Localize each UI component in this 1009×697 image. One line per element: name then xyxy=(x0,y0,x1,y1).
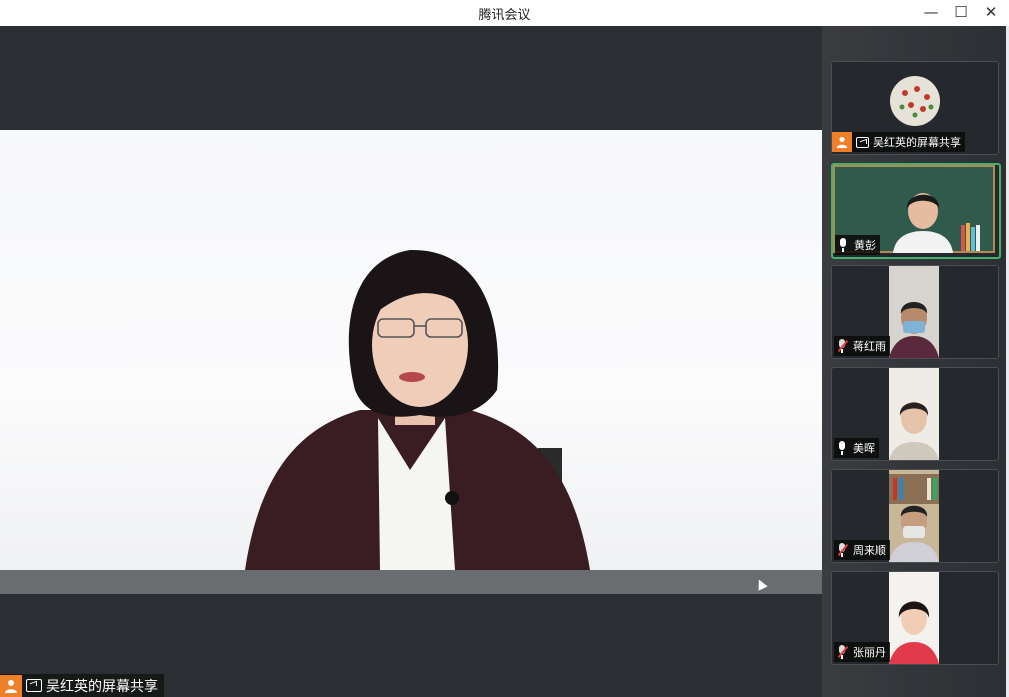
screen-share-text: 吴红英的屏幕共享 xyxy=(46,678,158,695)
title-bar: 腾讯会议 — ☐ ✕ xyxy=(0,0,1009,26)
window-title: 腾讯会议 xyxy=(478,8,531,23)
microphone-muted-icon[interactable] xyxy=(836,645,849,659)
participant-name-tag: 吴红英的屏幕共享 xyxy=(832,132,965,152)
participant-tile-active-speaker[interactable]: 黄彭 xyxy=(831,163,1001,259)
participant-name: 美晖 xyxy=(853,442,875,455)
participant-name-tag: 张丽丹 xyxy=(834,642,890,662)
participant-tile[interactable]: 美晖 xyxy=(831,367,999,461)
participant-name: 张丽丹 xyxy=(853,646,886,659)
participant-name: 周来顺 xyxy=(853,544,886,557)
participant-name-tag: 美晖 xyxy=(834,438,879,458)
participant-tile[interactable]: 周来顺 xyxy=(831,469,999,563)
microphone-icon[interactable] xyxy=(836,441,848,455)
microphone-muted-icon[interactable] xyxy=(836,339,849,353)
user-avatar-icon xyxy=(832,132,852,152)
participant-tile[interactable]: 蒋红雨 xyxy=(831,265,999,359)
participant-tile-screen-share[interactable]: 吴红英的屏幕共享 xyxy=(831,61,999,155)
participant-sidebar: 吴红英的屏幕共享 黄彭 蒋红雨 美晖 周来顺 张丽丹 xyxy=(822,26,1006,697)
participant-video xyxy=(889,572,939,664)
screen-share-label: 吴红英的屏幕共享 xyxy=(0,674,164,697)
participant-video xyxy=(889,470,939,562)
microphone-muted-icon[interactable] xyxy=(836,543,849,557)
shared-video xyxy=(0,130,822,570)
participant-name-tag: 周来顺 xyxy=(834,540,890,560)
participant-tile[interactable]: 张丽丹 xyxy=(831,571,999,665)
microphone-icon[interactable] xyxy=(837,238,849,252)
minimize-button[interactable]: — xyxy=(916,0,946,24)
screen-share-icon xyxy=(26,679,42,692)
participant-video xyxy=(889,368,939,460)
video-control-strip xyxy=(0,570,822,594)
participant-name: 蒋红雨 xyxy=(853,340,886,353)
user-avatar-icon xyxy=(0,674,22,697)
main-stage: 吴红英的屏幕共享 xyxy=(0,26,822,697)
screen-share-icon xyxy=(856,136,869,148)
participant-name: 黄彭 xyxy=(854,239,876,252)
close-button[interactable]: ✕ xyxy=(976,0,1006,24)
participant-video xyxy=(889,266,939,358)
participant-name-tag: 蒋红雨 xyxy=(834,336,890,356)
maximize-button[interactable]: ☐ xyxy=(946,0,976,24)
participant-name: 吴红英的屏幕共享 xyxy=(873,136,961,149)
participant-name-tag: 黄彭 xyxy=(835,235,880,255)
speaker-video-frame xyxy=(245,249,590,570)
